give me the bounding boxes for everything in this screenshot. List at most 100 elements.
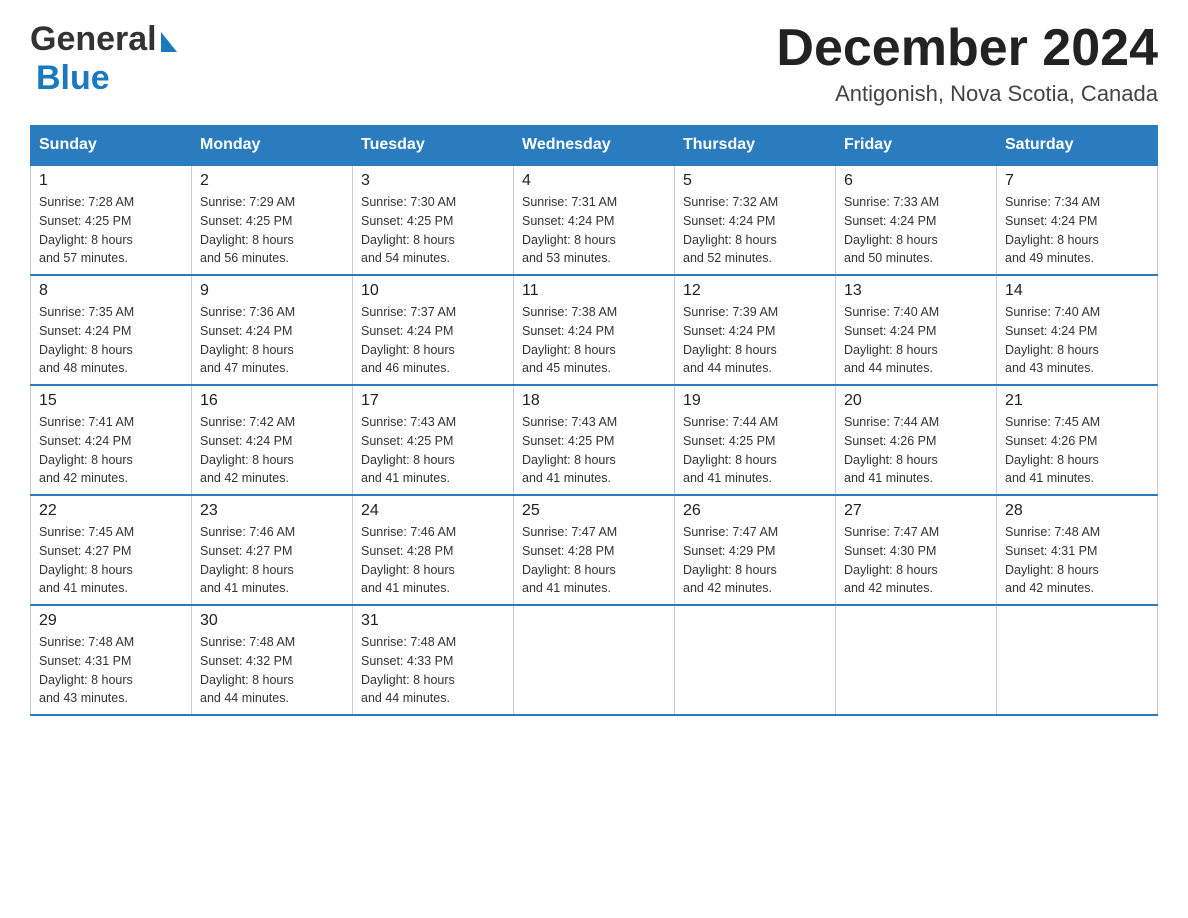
day-number: 7	[1005, 172, 1149, 190]
day-number: 20	[844, 392, 988, 410]
day-info: Sunrise: 7:47 AM Sunset: 4:29 PM Dayligh…	[683, 525, 778, 595]
day-info: Sunrise: 7:40 AM Sunset: 4:24 PM Dayligh…	[1005, 305, 1100, 375]
day-info: Sunrise: 7:47 AM Sunset: 4:30 PM Dayligh…	[844, 525, 939, 595]
calendar-cell: 18 Sunrise: 7:43 AM Sunset: 4:25 PM Dayl…	[514, 385, 675, 495]
calendar-cell: 6 Sunrise: 7:33 AM Sunset: 4:24 PM Dayli…	[836, 165, 997, 275]
calendar-cell: 11 Sunrise: 7:38 AM Sunset: 4:24 PM Dayl…	[514, 275, 675, 385]
day-info: Sunrise: 7:28 AM Sunset: 4:25 PM Dayligh…	[39, 195, 134, 265]
calendar-cell: 14 Sunrise: 7:40 AM Sunset: 4:24 PM Dayl…	[997, 275, 1158, 385]
day-info: Sunrise: 7:31 AM Sunset: 4:24 PM Dayligh…	[522, 195, 617, 265]
day-info: Sunrise: 7:48 AM Sunset: 4:31 PM Dayligh…	[1005, 525, 1100, 595]
header-friday: Friday	[836, 126, 997, 166]
calendar-cell: 13 Sunrise: 7:40 AM Sunset: 4:24 PM Dayl…	[836, 275, 997, 385]
week-row-3: 15 Sunrise: 7:41 AM Sunset: 4:24 PM Dayl…	[31, 385, 1158, 495]
day-number: 14	[1005, 282, 1149, 300]
day-info: Sunrise: 7:47 AM Sunset: 4:28 PM Dayligh…	[522, 525, 617, 595]
day-info: Sunrise: 7:39 AM Sunset: 4:24 PM Dayligh…	[683, 305, 778, 375]
calendar-cell: 9 Sunrise: 7:36 AM Sunset: 4:24 PM Dayli…	[192, 275, 353, 385]
day-info: Sunrise: 7:34 AM Sunset: 4:24 PM Dayligh…	[1005, 195, 1100, 265]
day-number: 22	[39, 502, 183, 520]
day-number: 16	[200, 392, 344, 410]
day-info: Sunrise: 7:46 AM Sunset: 4:27 PM Dayligh…	[200, 525, 295, 595]
calendar-cell	[514, 605, 675, 715]
calendar-cell: 4 Sunrise: 7:31 AM Sunset: 4:24 PM Dayli…	[514, 165, 675, 275]
calendar-cell: 1 Sunrise: 7:28 AM Sunset: 4:25 PM Dayli…	[31, 165, 192, 275]
day-info: Sunrise: 7:44 AM Sunset: 4:26 PM Dayligh…	[844, 415, 939, 485]
header-monday: Monday	[192, 126, 353, 166]
title-block: December 2024 Antigonish, Nova Scotia, C…	[776, 20, 1158, 107]
week-row-4: 22 Sunrise: 7:45 AM Sunset: 4:27 PM Dayl…	[31, 495, 1158, 605]
page-header: General Blue December 2024 Antigonish, N…	[30, 20, 1158, 107]
day-info: Sunrise: 7:43 AM Sunset: 4:25 PM Dayligh…	[522, 415, 617, 485]
header-sunday: Sunday	[31, 126, 192, 166]
day-number: 9	[200, 282, 344, 300]
calendar-cell: 21 Sunrise: 7:45 AM Sunset: 4:26 PM Dayl…	[997, 385, 1158, 495]
calendar-cell: 8 Sunrise: 7:35 AM Sunset: 4:24 PM Dayli…	[31, 275, 192, 385]
day-number: 2	[200, 172, 344, 190]
logo-arrow-icon	[161, 32, 177, 52]
day-number: 4	[522, 172, 666, 190]
day-number: 31	[361, 612, 505, 630]
calendar-cell: 3 Sunrise: 7:30 AM Sunset: 4:25 PM Dayli…	[353, 165, 514, 275]
day-info: Sunrise: 7:45 AM Sunset: 4:26 PM Dayligh…	[1005, 415, 1100, 485]
day-number: 30	[200, 612, 344, 630]
day-number: 21	[1005, 392, 1149, 410]
week-row-2: 8 Sunrise: 7:35 AM Sunset: 4:24 PM Dayli…	[31, 275, 1158, 385]
day-info: Sunrise: 7:48 AM Sunset: 4:32 PM Dayligh…	[200, 635, 295, 705]
month-year-title: December 2024	[776, 20, 1158, 77]
week-row-1: 1 Sunrise: 7:28 AM Sunset: 4:25 PM Dayli…	[31, 165, 1158, 275]
day-info: Sunrise: 7:43 AM Sunset: 4:25 PM Dayligh…	[361, 415, 456, 485]
calendar-cell: 10 Sunrise: 7:37 AM Sunset: 4:24 PM Dayl…	[353, 275, 514, 385]
day-number: 27	[844, 502, 988, 520]
header-thursday: Thursday	[675, 126, 836, 166]
calendar-cell: 26 Sunrise: 7:47 AM Sunset: 4:29 PM Dayl…	[675, 495, 836, 605]
day-number: 1	[39, 172, 183, 190]
day-number: 19	[683, 392, 827, 410]
day-number: 18	[522, 392, 666, 410]
logo-general-text: General	[30, 20, 157, 59]
location-subtitle: Antigonish, Nova Scotia, Canada	[776, 81, 1158, 107]
day-info: Sunrise: 7:38 AM Sunset: 4:24 PM Dayligh…	[522, 305, 617, 375]
calendar-cell: 15 Sunrise: 7:41 AM Sunset: 4:24 PM Dayl…	[31, 385, 192, 495]
calendar-table: Sunday Monday Tuesday Wednesday Thursday…	[30, 125, 1158, 716]
day-number: 12	[683, 282, 827, 300]
logo-blue-text: Blue	[36, 59, 110, 98]
calendar-cell	[836, 605, 997, 715]
header-wednesday: Wednesday	[514, 126, 675, 166]
day-info: Sunrise: 7:48 AM Sunset: 4:31 PM Dayligh…	[39, 635, 134, 705]
day-number: 8	[39, 282, 183, 300]
day-info: Sunrise: 7:48 AM Sunset: 4:33 PM Dayligh…	[361, 635, 456, 705]
calendar-cell: 2 Sunrise: 7:29 AM Sunset: 4:25 PM Dayli…	[192, 165, 353, 275]
calendar-cell: 30 Sunrise: 7:48 AM Sunset: 4:32 PM Dayl…	[192, 605, 353, 715]
logo: General Blue	[30, 20, 177, 98]
day-number: 15	[39, 392, 183, 410]
calendar-cell: 25 Sunrise: 7:47 AM Sunset: 4:28 PM Dayl…	[514, 495, 675, 605]
day-number: 5	[683, 172, 827, 190]
calendar-cell: 31 Sunrise: 7:48 AM Sunset: 4:33 PM Dayl…	[353, 605, 514, 715]
day-info: Sunrise: 7:30 AM Sunset: 4:25 PM Dayligh…	[361, 195, 456, 265]
calendar-cell: 27 Sunrise: 7:47 AM Sunset: 4:30 PM Dayl…	[836, 495, 997, 605]
day-number: 10	[361, 282, 505, 300]
calendar-cell: 12 Sunrise: 7:39 AM Sunset: 4:24 PM Dayl…	[675, 275, 836, 385]
calendar-cell: 5 Sunrise: 7:32 AM Sunset: 4:24 PM Dayli…	[675, 165, 836, 275]
header-saturday: Saturday	[997, 126, 1158, 166]
calendar-cell: 23 Sunrise: 7:46 AM Sunset: 4:27 PM Dayl…	[192, 495, 353, 605]
calendar-cell	[675, 605, 836, 715]
header-tuesday: Tuesday	[353, 126, 514, 166]
calendar-cell: 19 Sunrise: 7:44 AM Sunset: 4:25 PM Dayl…	[675, 385, 836, 495]
day-info: Sunrise: 7:42 AM Sunset: 4:24 PM Dayligh…	[200, 415, 295, 485]
day-number: 25	[522, 502, 666, 520]
day-number: 23	[200, 502, 344, 520]
calendar-cell: 7 Sunrise: 7:34 AM Sunset: 4:24 PM Dayli…	[997, 165, 1158, 275]
day-info: Sunrise: 7:46 AM Sunset: 4:28 PM Dayligh…	[361, 525, 456, 595]
weekday-header-row: Sunday Monday Tuesday Wednesday Thursday…	[31, 126, 1158, 166]
calendar-cell: 16 Sunrise: 7:42 AM Sunset: 4:24 PM Dayl…	[192, 385, 353, 495]
day-info: Sunrise: 7:40 AM Sunset: 4:24 PM Dayligh…	[844, 305, 939, 375]
day-number: 17	[361, 392, 505, 410]
day-number: 26	[683, 502, 827, 520]
day-number: 3	[361, 172, 505, 190]
calendar-cell: 24 Sunrise: 7:46 AM Sunset: 4:28 PM Dayl…	[353, 495, 514, 605]
day-info: Sunrise: 7:41 AM Sunset: 4:24 PM Dayligh…	[39, 415, 134, 485]
day-info: Sunrise: 7:32 AM Sunset: 4:24 PM Dayligh…	[683, 195, 778, 265]
day-info: Sunrise: 7:45 AM Sunset: 4:27 PM Dayligh…	[39, 525, 134, 595]
